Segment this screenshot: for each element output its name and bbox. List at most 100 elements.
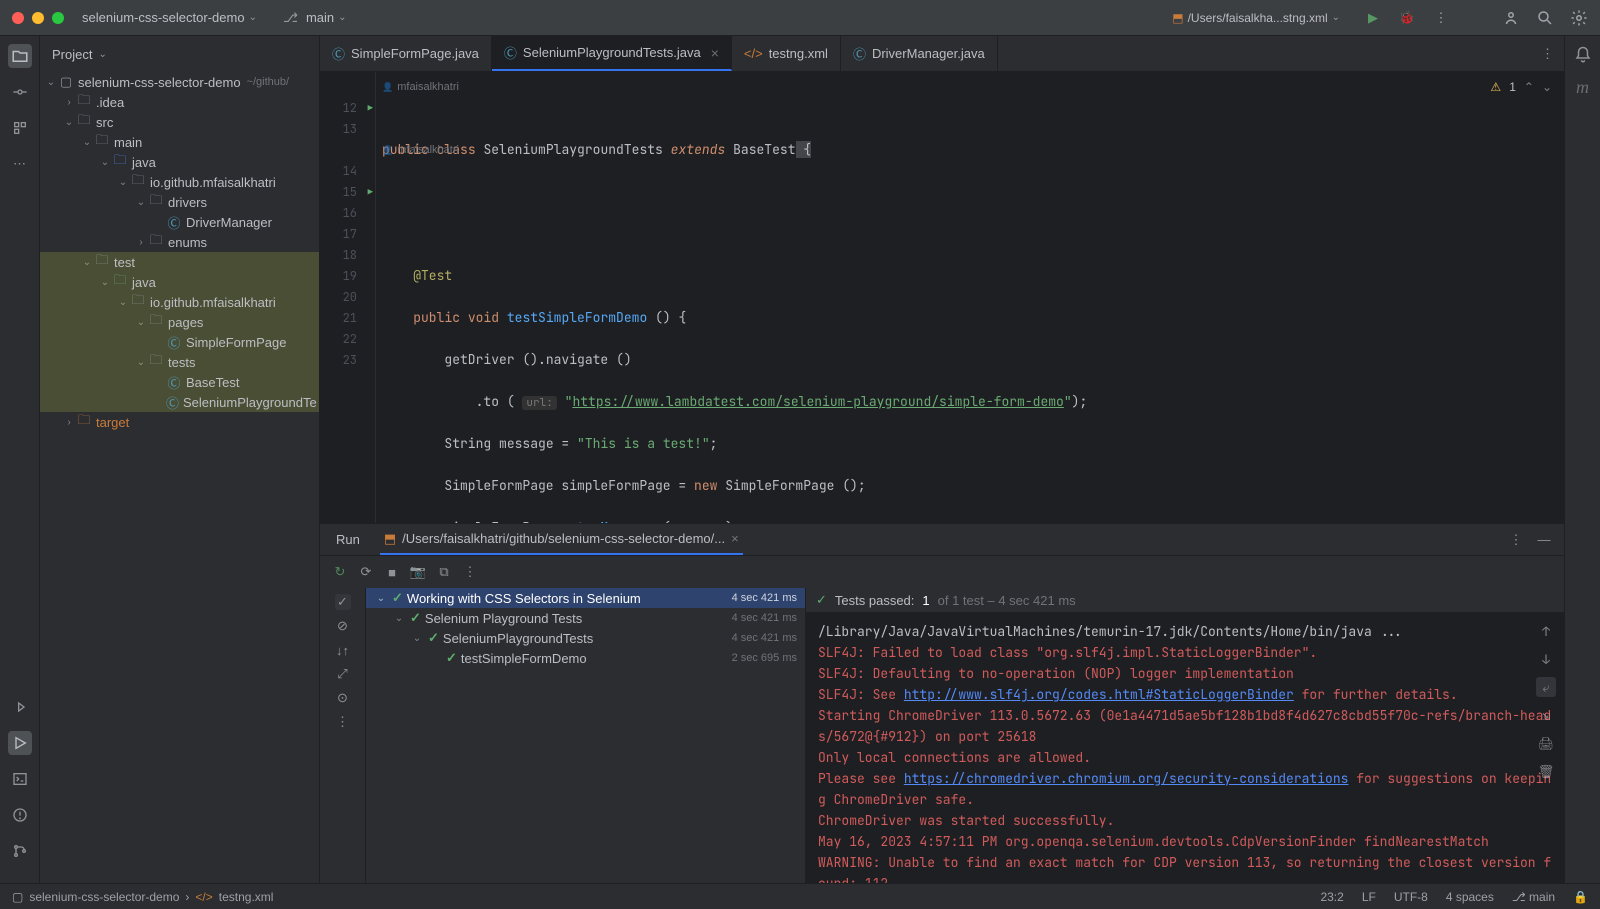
expand-icon[interactable]: ⌄ (134, 317, 148, 328)
tree-item-drivers[interactable]: ⌄ 🗀 drivers (40, 192, 319, 212)
tab-more-button[interactable]: ⋮ (1531, 36, 1564, 71)
debug-button[interactable]: 🐞 (1398, 9, 1416, 27)
test-class[interactable]: ⌄ SeleniumPlaygroundTests 4 sec 421 ms (366, 628, 805, 648)
run-tool-button[interactable] (8, 731, 32, 755)
layout-button[interactable]: ⧉ (436, 564, 452, 580)
file-encoding[interactable]: UTF-8 (1394, 890, 1428, 904)
scroll-up-button[interactable]: ↑ (1536, 621, 1556, 641)
expand-icon[interactable]: ⌄ (80, 257, 94, 268)
more-tools-button[interactable]: ⋯ (8, 152, 32, 176)
close-tab-icon[interactable]: × (731, 531, 739, 546)
expand-icon[interactable]: ⌄ (44, 77, 58, 88)
test-history-button[interactable]: ⋮ (335, 714, 351, 730)
tree-item-base-test[interactable]: Ⓒ BaseTest (40, 372, 319, 392)
maven-tool-button[interactable]: m (1572, 76, 1594, 98)
more-actions-button[interactable]: ⋮ (1432, 9, 1450, 27)
project-tool-button[interactable] (8, 44, 32, 68)
test-tree[interactable]: ⌄ Working with CSS Selectors in Selenium… (366, 588, 805, 883)
expand-icon[interactable]: ⌄ (374, 593, 388, 604)
next-highlight-button[interactable]: ⌄ (1542, 80, 1552, 94)
close-window-button[interactable] (12, 12, 24, 24)
tree-item-test[interactable]: ⌄ 🗀 test (40, 252, 319, 272)
more-run-actions[interactable]: ⋮ (462, 564, 478, 580)
vcs-tool-button[interactable] (8, 839, 32, 863)
editor-content[interactable]: mfaisalkhatri 12▶ 13 mfaisalkhatri 14 15… (320, 72, 1564, 523)
show-ignored-toggle[interactable]: ⊘ (335, 618, 351, 634)
settings-button[interactable] (1570, 9, 1588, 27)
collapse-all-button[interactable]: ⊙ (335, 690, 351, 706)
indent-setting[interactable]: 4 spaces (1446, 890, 1494, 904)
tab-simple-form-page[interactable]: Ⓒ SimpleFormPage.java (320, 36, 492, 71)
expand-icon[interactable]: ⌄ (80, 137, 94, 148)
expand-icon[interactable]: ⌄ (116, 297, 130, 308)
test-method[interactable]: testSimpleFormDemo 2 sec 695 ms (366, 648, 805, 668)
expand-icon[interactable]: ⌄ (116, 177, 130, 188)
expand-all-button[interactable]: ⤢ (335, 666, 351, 682)
branch-selector[interactable]: main ⌄ (275, 6, 355, 30)
rerun-failed-button[interactable]: ⟳ (358, 564, 374, 580)
console-link[interactable]: https://chromedriver.chromium.org/securi… (904, 770, 1349, 787)
expand-icon[interactable]: ⌄ (98, 157, 112, 168)
breadcrumb-item[interactable]: selenium-css-selector-demo (29, 890, 179, 904)
tree-item-tests[interactable]: ⌄ 🗀 tests (40, 352, 319, 372)
expand-icon[interactable]: ⌄ (134, 357, 148, 368)
run-panel-more-button[interactable]: ⋮ (1508, 532, 1524, 548)
expand-icon[interactable]: ⌄ (62, 117, 76, 128)
tree-root[interactable]: ⌄ ▢ selenium-css-selector-demo ~/github/ (40, 72, 319, 92)
run-tab-label[interactable]: Run (332, 526, 364, 553)
tab-driver-manager[interactable]: Ⓒ DriverManager.java (841, 36, 998, 71)
tree-item-java-test[interactable]: ⌄ 🗀 java (40, 272, 319, 292)
tree-item-driver-manager[interactable]: Ⓒ DriverManager (40, 212, 319, 232)
tab-testng-xml[interactable]: </> testng.xml (732, 36, 841, 71)
tree-item-enums[interactable]: › 🗀 enums (40, 232, 319, 252)
project-panel-header[interactable]: Project ⌄ (40, 36, 319, 72)
tree-item-pkg-main[interactable]: ⌄ 🗀 io.github.mfaisalkhatri (40, 172, 319, 192)
show-passed-toggle[interactable]: ✓ (335, 594, 351, 610)
structure-tool-button[interactable] (8, 116, 32, 140)
console-link[interactable]: http://www.slf4j.org/codes.html#StaticLo… (904, 686, 1294, 703)
search-button[interactable] (1536, 9, 1554, 27)
expand-icon[interactable]: › (62, 97, 76, 108)
expand-icon[interactable]: › (62, 417, 76, 428)
expand-icon[interactable]: ⌄ (410, 633, 424, 644)
notifications-button[interactable] (1572, 44, 1594, 66)
nav-bar-breadcrumb[interactable]: ▢ selenium-css-selector-demo › </> testn… (12, 890, 273, 904)
scroll-down-button[interactable]: ↓ (1536, 649, 1556, 669)
line-separator[interactable]: LF (1362, 890, 1376, 904)
project-tree[interactable]: ⌄ ▢ selenium-css-selector-demo ~/github/… (40, 72, 319, 883)
breadcrumb-item[interactable]: testng.xml (219, 890, 274, 904)
commit-tool-button[interactable] (8, 80, 32, 104)
prev-highlight-button[interactable]: ⌃ (1524, 80, 1534, 94)
project-selector[interactable]: selenium-css-selector-demo ⌄ (74, 6, 265, 29)
problems-tool-button[interactable] (8, 803, 32, 827)
tree-item-java-main[interactable]: ⌄ 🗀 java (40, 152, 319, 172)
expand-icon[interactable]: ⌄ (98, 277, 112, 288)
dump-threads-button[interactable]: 📷 (410, 564, 426, 580)
print-button[interactable]: 🖨 (1536, 733, 1556, 753)
rerun-button[interactable]: ↻ (332, 564, 348, 580)
git-branch-status[interactable]: ⎇ main (1512, 890, 1555, 904)
tree-item-pages[interactable]: ⌄ 🗀 pages (40, 312, 319, 332)
code-area[interactable]: public class SeleniumPlaygroundTests ext… (376, 72, 1564, 523)
lock-icon[interactable]: 🔒 (1573, 890, 1588, 904)
expand-icon[interactable]: ⌄ (392, 613, 406, 624)
scroll-to-end-button[interactable]: ⇲ (1536, 705, 1556, 725)
tab-selenium-playground-tests[interactable]: Ⓒ SeleniumPlaygroundTests.java × (492, 36, 732, 71)
run-config-selector[interactable]: ⬒ /Users/faisalkha...stng.xml ⌄ (1164, 7, 1348, 29)
hide-panel-button[interactable]: — (1536, 532, 1552, 548)
clear-all-button[interactable]: 🗑 (1536, 761, 1556, 781)
editor-gutter[interactable]: mfaisalkhatri 12▶ 13 mfaisalkhatri 14 15… (320, 72, 376, 523)
close-tab-icon[interactable]: × (711, 45, 719, 61)
expand-icon[interactable]: › (134, 237, 148, 248)
terminal-tool-button[interactable] (8, 767, 32, 791)
code-with-me-button[interactable] (1502, 9, 1520, 27)
tree-item-target[interactable]: › 🗀 target (40, 412, 319, 432)
services-tool-button[interactable] (8, 695, 32, 719)
tree-item-simple-form-page[interactable]: Ⓒ SimpleFormPage (40, 332, 319, 352)
tree-item-idea[interactable]: › 🗀 .idea (40, 92, 319, 112)
test-suite-root[interactable]: ⌄ Working with CSS Selectors in Selenium… (366, 588, 805, 608)
cursor-position[interactable]: 23:2 (1320, 890, 1343, 904)
minimize-window-button[interactable] (32, 12, 44, 24)
console-output[interactable]: /Library/Java/JavaVirtualMachines/temuri… (806, 613, 1564, 883)
tree-item-src[interactable]: ⌄ 🗀 src (40, 112, 319, 132)
